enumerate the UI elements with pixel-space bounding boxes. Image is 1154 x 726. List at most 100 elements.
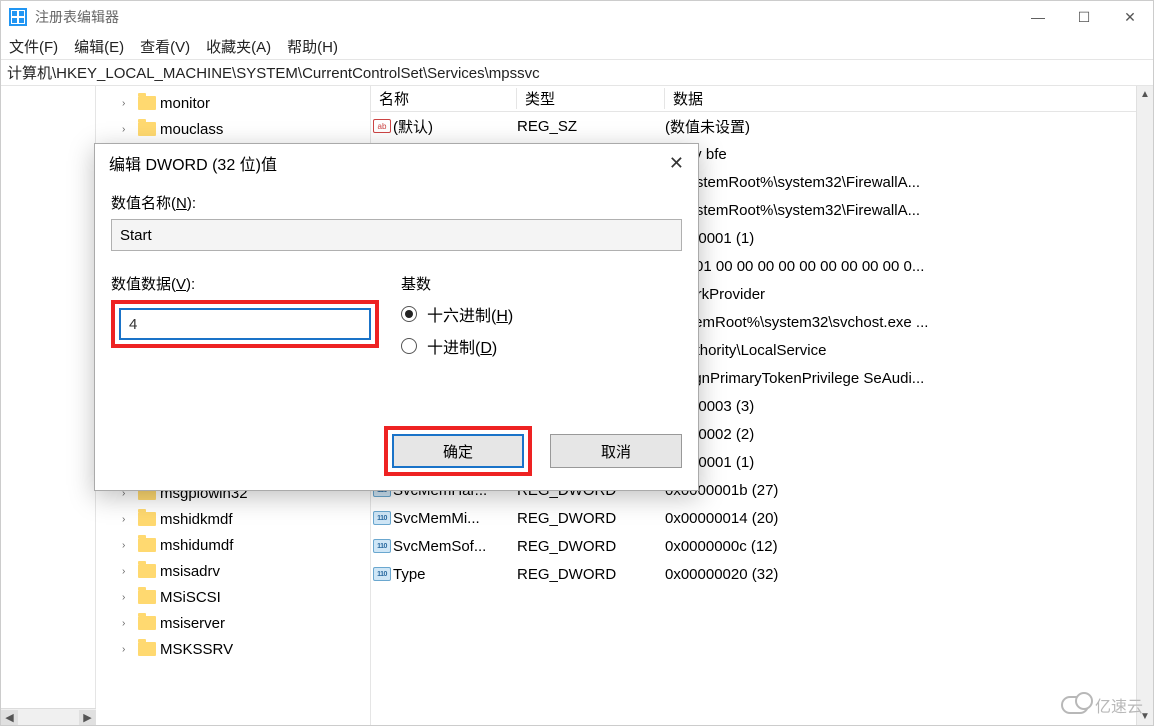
value-data-label: 数值数据(V): bbox=[111, 273, 401, 294]
value-name-label: 数值名称(N): bbox=[111, 192, 682, 213]
radio-empty-icon bbox=[401, 338, 417, 354]
folder-icon bbox=[138, 96, 156, 110]
chevron-right-icon: › bbox=[122, 618, 134, 629]
cell-type: REG_DWORD bbox=[517, 566, 665, 583]
list-scrollbar[interactable]: ▲ ▼ bbox=[1136, 86, 1153, 725]
list-row[interactable]: 110SvcMemMi...REG_DWORD0x00000014 (20) bbox=[371, 504, 1153, 532]
cell-name: SvcMemMi... bbox=[393, 510, 517, 527]
tree-item[interactable]: › monitor bbox=[96, 90, 370, 116]
tree-item[interactable]: › msisadrv bbox=[96, 558, 370, 584]
cell-data: 00000003 (3) bbox=[665, 398, 1153, 415]
chevron-right-icon: › bbox=[122, 514, 134, 525]
folder-icon bbox=[138, 122, 156, 136]
tree-item[interactable]: › mshidkmdf bbox=[96, 506, 370, 532]
tree-item-label: mouclass bbox=[160, 121, 223, 138]
folder-icon bbox=[138, 564, 156, 578]
chevron-right-icon: › bbox=[122, 540, 134, 551]
cell-data: 00000001 (1) bbox=[665, 230, 1153, 247]
radio-dot-icon bbox=[401, 306, 417, 322]
folder-icon bbox=[138, 590, 156, 604]
dword-icon: 110 bbox=[373, 567, 391, 581]
cell-name: SvcMemSof... bbox=[393, 538, 517, 555]
cell-data: SystemRoot%\system32\svchost.exe ... bbox=[665, 314, 1153, 331]
scroll-right-icon[interactable]: ▶ bbox=[79, 710, 96, 725]
menu-edit[interactable]: 编辑(E) bbox=[74, 36, 124, 57]
chevron-right-icon: › bbox=[122, 592, 134, 603]
cell-data: 0x0000001b (27) bbox=[665, 482, 1153, 499]
folder-icon bbox=[138, 512, 156, 526]
chevron-right-icon: › bbox=[122, 98, 134, 109]
cell-data: etworkProvider bbox=[665, 286, 1153, 303]
menu-favorites[interactable]: 收藏夹(A) bbox=[206, 36, 271, 57]
value-data-field[interactable] bbox=[119, 308, 371, 340]
value-data-highlight bbox=[111, 300, 379, 348]
cell-type: REG_SZ bbox=[517, 118, 665, 135]
col-type[interactable]: 类型 bbox=[517, 88, 665, 109]
chevron-right-icon: › bbox=[122, 644, 134, 655]
list-row[interactable]: 110SvcMemSof...REG_DWORD0x0000000c (12) bbox=[371, 532, 1153, 560]
cell-type: REG_DWORD bbox=[517, 510, 665, 527]
cell-data: (数值未设置) bbox=[665, 116, 1153, 137]
cell-name: (默认) bbox=[393, 116, 517, 137]
list-row[interactable]: ab(默认)REG_SZ(数值未设置) bbox=[371, 112, 1153, 140]
folder-icon bbox=[138, 538, 156, 552]
cell-data: %SystemRoot%\system32\FirewallA... bbox=[665, 174, 1153, 191]
col-name[interactable]: 名称 bbox=[371, 88, 517, 109]
tree-item[interactable]: › MSiSCSI bbox=[96, 584, 370, 610]
col-data[interactable]: 数据 bbox=[665, 88, 1153, 109]
cancel-button[interactable]: 取消 bbox=[550, 434, 682, 468]
base-label: 基数 bbox=[401, 273, 682, 294]
close-button[interactable]: ✕ bbox=[1107, 1, 1153, 33]
dword-icon: 110 bbox=[373, 539, 391, 553]
ok-highlight: 确定 bbox=[384, 426, 532, 476]
tree-item-label: mshidkmdf bbox=[160, 511, 233, 528]
cell-data: T Authority\LocalService bbox=[665, 342, 1153, 359]
cell-data: %SystemRoot%\system32\FirewallA... bbox=[665, 202, 1153, 219]
cell-data: 00000001 (1) bbox=[665, 454, 1153, 471]
cell-data: psdrv bfe bbox=[665, 146, 1153, 163]
cell-name: Type bbox=[393, 566, 517, 583]
menu-help[interactable]: 帮助(H) bbox=[287, 36, 338, 57]
menu-file[interactable]: 文件(F) bbox=[9, 36, 58, 57]
regedit-icon bbox=[9, 8, 27, 26]
radio-decimal[interactable]: 十进制(D) bbox=[401, 334, 682, 358]
tree-item-label: mshidumdf bbox=[160, 537, 233, 554]
left-split-pane bbox=[1, 86, 96, 725]
hscrollbar[interactable]: ◀ ▶ bbox=[1, 708, 96, 725]
chevron-right-icon: › bbox=[122, 566, 134, 577]
string-icon: ab bbox=[373, 119, 391, 133]
tree-item-label: msiserver bbox=[160, 615, 225, 632]
scroll-left-icon[interactable]: ◀ bbox=[1, 710, 18, 725]
radio-hexadecimal[interactable]: 十六进制(H) bbox=[401, 302, 682, 326]
cell-data: 0x00000014 (20) bbox=[665, 510, 1153, 527]
watermark: 亿速云 bbox=[1061, 693, 1143, 717]
menu-view[interactable]: 查看(V) bbox=[140, 36, 190, 57]
dialog-title: 编辑 DWORD (32 位)值 bbox=[109, 151, 277, 175]
address-bar[interactable]: 计算机\HKEY_LOCAL_MACHINE\SYSTEM\CurrentCon… bbox=[7, 62, 540, 83]
value-name-field bbox=[111, 219, 682, 251]
list-row[interactable]: 110TypeREG_DWORD0x00000020 (32) bbox=[371, 560, 1153, 588]
cell-data: ) 51 01 00 00 00 00 00 00 00 00 00 0... bbox=[665, 258, 1153, 275]
tree-item-label: MSiSCSI bbox=[160, 589, 221, 606]
folder-icon bbox=[138, 616, 156, 630]
tree-item[interactable]: › MSKSSRV bbox=[96, 636, 370, 662]
cloud-icon bbox=[1061, 696, 1089, 714]
dword-icon: 110 bbox=[373, 511, 391, 525]
tree-item[interactable]: › mshidumdf bbox=[96, 532, 370, 558]
cell-type: REG_DWORD bbox=[517, 538, 665, 555]
ok-button[interactable]: 确定 bbox=[392, 434, 524, 468]
tree-item[interactable]: ›mouclass bbox=[96, 116, 370, 142]
cell-data: 0x00000020 (32) bbox=[665, 566, 1153, 583]
tree-item-label: msisadrv bbox=[160, 563, 220, 580]
window-title: 注册表编辑器 bbox=[35, 7, 119, 27]
tree-item[interactable]: › msiserver bbox=[96, 610, 370, 636]
edit-dword-dialog: 编辑 DWORD (32 位)值 ✕ 数值名称(N): 数值数据(V): 基数 bbox=[94, 143, 699, 491]
maximize-button[interactable]: ☐ bbox=[1061, 1, 1107, 33]
folder-icon bbox=[138, 642, 156, 656]
tree-item-label: monitor bbox=[160, 95, 210, 112]
minimize-button[interactable]: — bbox=[1015, 1, 1061, 33]
cell-data: AssignPrimaryTokenPrivilege SeAudi... bbox=[665, 370, 1153, 387]
tree-item-label: MSKSSRV bbox=[160, 641, 233, 658]
cell-data: 00000002 (2) bbox=[665, 426, 1153, 443]
dialog-close-icon[interactable]: ✕ bbox=[669, 153, 684, 174]
